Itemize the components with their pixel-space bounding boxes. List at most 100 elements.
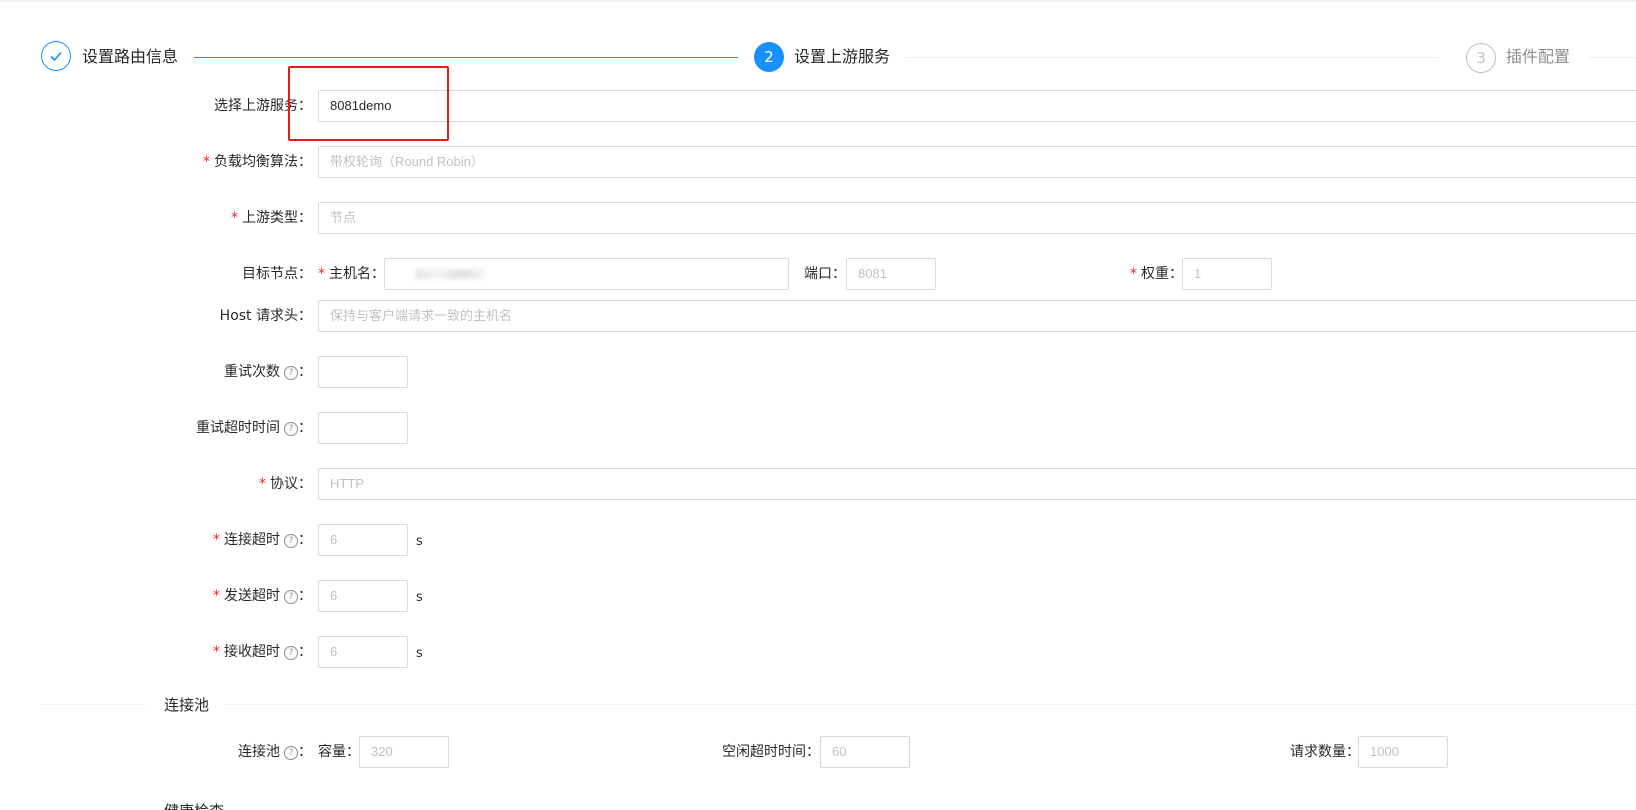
help-icon[interactable]: ? [284,590,298,604]
colon: ： [298,744,312,760]
retry-timeout-label-text: 重试超时时间 [196,420,280,436]
idle-timeout-label: 空闲超时时间： [722,744,820,760]
step-2-line [906,57,1438,58]
protocol-select[interactable]: HTTP [318,468,1636,500]
send-timeout-label: * 发送超时?： [213,586,312,606]
port-label: 端口： [804,264,846,284]
host-label: * 主机名： [318,264,385,284]
read-timeout-label-text: 接收超时 [224,644,280,660]
step-3-line [1588,57,1636,58]
connect-timeout-input[interactable]: 6 [318,524,408,556]
read-timeout-label: * 接收超时?： [213,642,312,662]
target-node-label-text: 目标节点： [242,266,312,282]
step-3-number: 3 [1476,49,1486,67]
host-header-select[interactable]: 保持与客户端请求一致的主机名 [318,300,1636,332]
upstream-type-select[interactable]: 节点 [318,202,1636,234]
required-mark: * [318,266,325,282]
highlight-box [288,66,449,141]
retries-input[interactable] [318,356,408,388]
retries-label: 重试次数?： [224,362,312,382]
step-3-title[interactable]: 插件配置 [1506,45,1570,69]
connect-timeout-label-text: 连接超时 [224,532,280,548]
weight-input[interactable]: 1 [1182,258,1272,290]
send-timeout-label-text: 发送超时 [224,588,280,604]
send-timeout-input[interactable]: 6 [318,580,408,612]
pool-size-input[interactable]: 320 [359,736,449,768]
connect-timeout-value: 6 [330,532,338,547]
keepalive-divider-right [226,704,1636,705]
step-1-title[interactable]: 设置路由信息 [82,45,178,69]
read-timeout-input[interactable]: 6 [318,636,408,668]
required-mark: * [259,476,266,492]
help-icon[interactable]: ? [284,746,298,760]
connect-timeout-label: * 连接超时?： [213,530,312,550]
keepalive-divider-left [42,704,146,705]
port-value: 8081 [858,266,887,281]
pool-size-value: 320 [371,744,393,759]
protocol-value: HTTP [330,476,364,491]
colon: ： [298,588,312,604]
help-icon[interactable]: ? [284,646,298,660]
weight-value: 1 [1194,266,1202,281]
upstream-type-label: * 上游类型： [231,208,312,228]
lb-algorithm-select[interactable]: 带权轮询（Round Robin） [318,146,1636,178]
required-mark: * [203,154,210,170]
required-mark: * [213,588,220,604]
keepalive-label-text: 连接池 [238,744,280,760]
host-header-label-text: Host 请求头： [219,308,312,324]
lb-algorithm-value: 带权轮询（Round Robin） [330,154,484,169]
help-icon[interactable]: ? [284,534,298,548]
port-label-text: 端口： [804,266,846,282]
pool-requests-label: 请求数量： [1290,744,1360,760]
retries-label-text: 重试次数 [224,364,280,380]
health-check-section-title: 健康检查 [164,800,224,810]
read-timeout-unit: s [416,646,423,661]
colon: ： [298,644,312,660]
connect-timeout-unit: s [416,534,423,549]
send-timeout-unit: s [416,590,423,605]
form-card: 设置路由信息 2 设置上游服务 3 插件配置 选择上游服务： 8081demo … [0,2,1636,810]
colon: ： [298,532,312,548]
lb-algorithm-label-text: 负载均衡算法： [214,154,312,170]
host-input[interactable] [384,258,789,290]
upstream-type-value: 节点 [330,210,357,225]
step-1-line [194,57,738,58]
required-mark: * [213,532,220,548]
check-icon [50,51,62,62]
colon: ： [298,364,312,380]
upstream-select[interactable]: 8081demo [318,90,1636,122]
retry-timeout-input[interactable] [318,412,408,444]
read-timeout-value: 6 [330,644,338,659]
help-icon[interactable]: ? [284,366,298,380]
keepalive-section-title: 连接池 [164,696,210,714]
required-mark: * [213,644,220,660]
help-icon[interactable]: ? [284,422,298,436]
step-1-check-icon [41,41,71,71]
pool-size-label: 容量： [318,744,360,760]
idle-timeout-input[interactable]: 60 [820,736,910,768]
host-header-placeholder: 保持与客户端请求一致的主机名 [330,308,513,323]
idle-timeout-value: 60 [832,744,847,759]
step-2-number: 2 [764,48,774,66]
host-header-label: Host 请求头： [220,306,312,326]
keepalive-label: 连接池?： [238,742,312,762]
protocol-label-text: 协议： [270,476,312,492]
send-timeout-value: 6 [330,588,338,603]
upstream-type-label-text: 上游类型： [242,210,312,226]
required-mark: * [1130,266,1137,282]
step-2-title[interactable]: 设置上游服务 [794,45,890,69]
retry-timeout-label: 重试超时时间?： [196,418,312,438]
pool-requests-value: 1000 [1370,744,1399,759]
weight-label: * 权重： [1130,264,1183,284]
required-mark: * [231,210,238,226]
port-input[interactable]: 8081 [846,258,936,290]
colon: ： [298,420,312,436]
redacted-host-value [415,269,485,279]
protocol-label: * 协议： [259,474,312,494]
step-2-circle: 2 [754,42,784,72]
pool-requests-input[interactable]: 1000 [1358,736,1448,768]
step-3-circle: 3 [1466,43,1496,73]
target-node-label: 目标节点： [242,264,312,284]
host-label-text: 主机名： [329,266,385,282]
lb-algorithm-label: * 负载均衡算法： [203,152,312,172]
